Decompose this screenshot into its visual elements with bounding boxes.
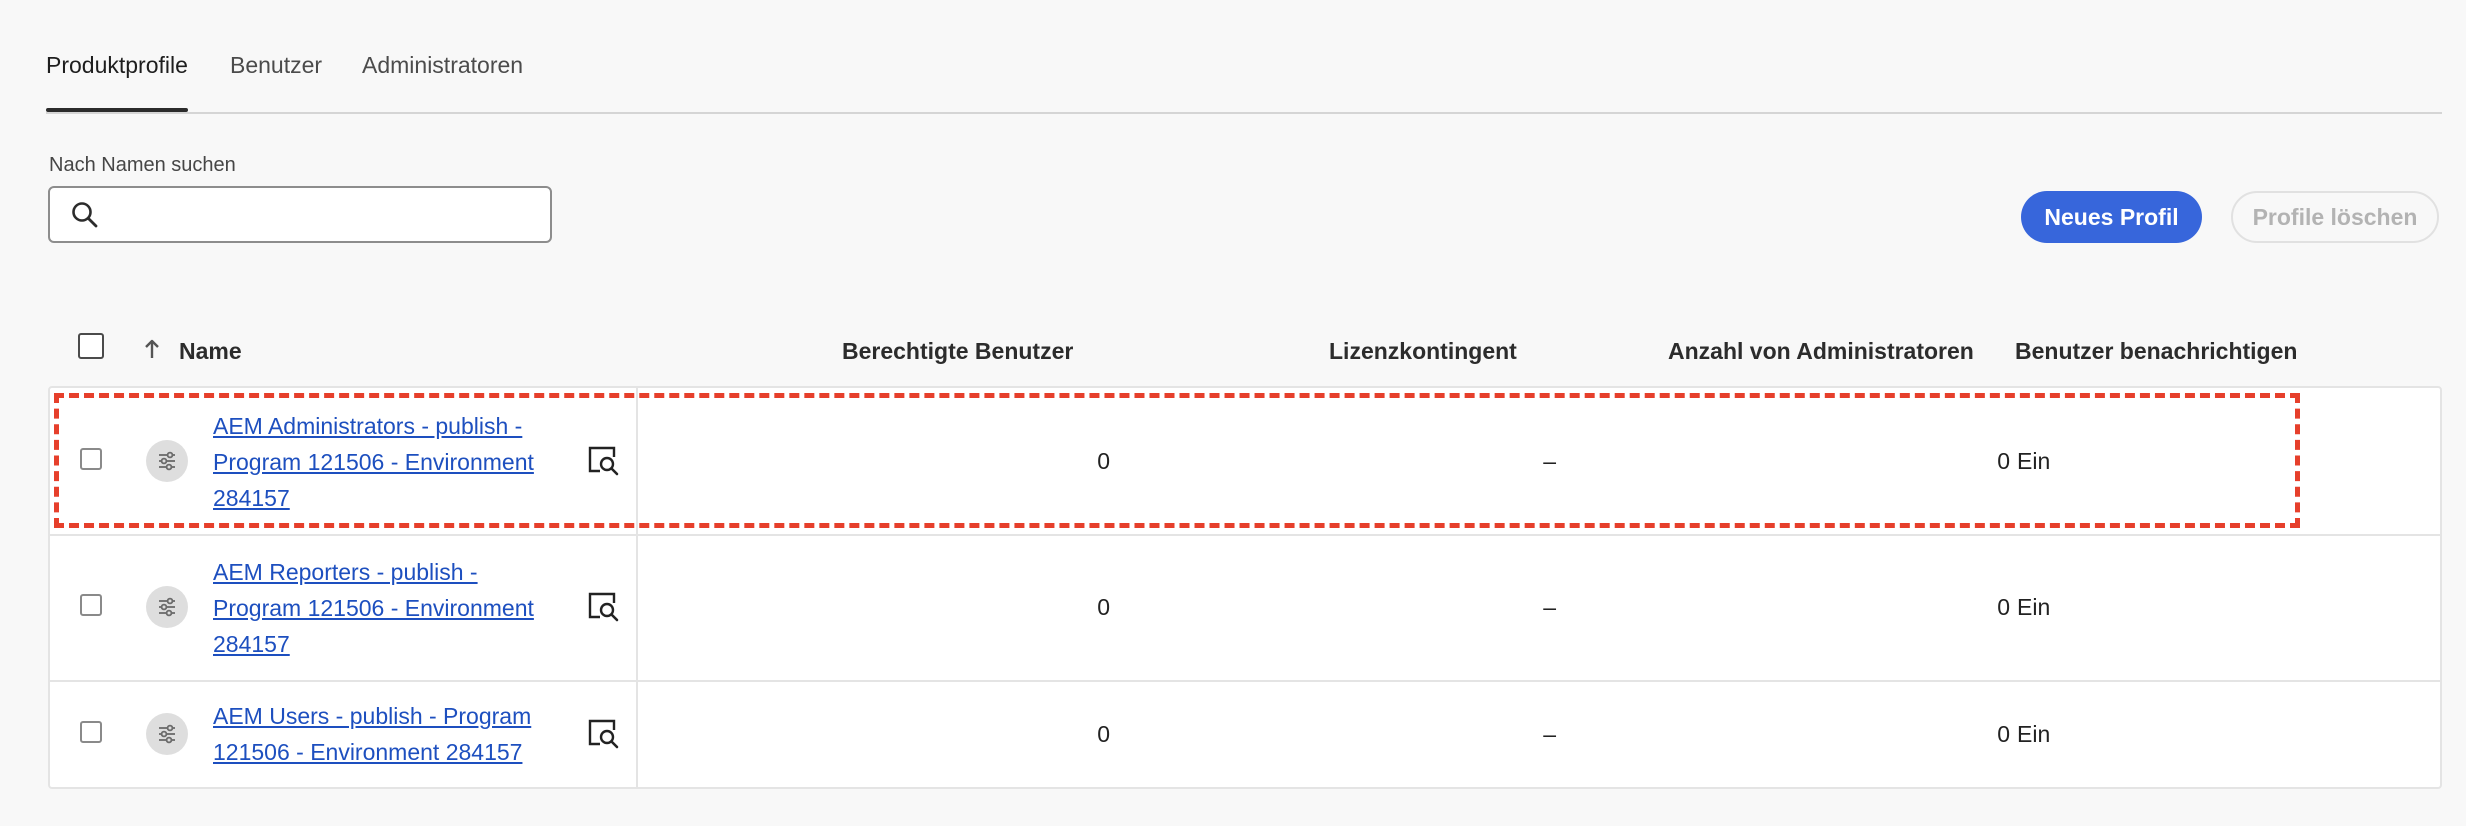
search-input[interactable] bbox=[114, 188, 538, 243]
profile-avatar bbox=[146, 440, 188, 482]
admin-count-value: 0 bbox=[1997, 594, 2010, 620]
table-header: Name Berechtigte Benutzer Lizenzkontinge… bbox=[48, 316, 2440, 386]
entitled-users-value: 0 bbox=[1097, 721, 1110, 747]
notify-users-value: Ein bbox=[2017, 448, 2051, 474]
view-details-icon[interactable] bbox=[586, 717, 620, 751]
column-header-license-quota: Lizenzkontingent bbox=[1329, 338, 1517, 364]
new-profile-button[interactable]: Neues Profil bbox=[2021, 191, 2202, 243]
license-quota-value: – bbox=[1543, 721, 1556, 747]
settings-sliders-icon bbox=[159, 597, 175, 617]
notify-users-value: Ein bbox=[2017, 594, 2051, 620]
table-row[interactable]: AEM Administrators - publish - Program 1… bbox=[50, 388, 2440, 536]
view-details-icon[interactable] bbox=[586, 444, 620, 478]
column-header-entitled-users: Berechtigte Benutzer bbox=[842, 338, 1074, 364]
table-row[interactable]: AEM Users - publish - Program 121506 - E… bbox=[50, 680, 2440, 787]
profile-name-link[interactable]: AEM Users - publish - Program 121506 - E… bbox=[213, 698, 553, 770]
column-header-name[interactable]: Name bbox=[179, 338, 242, 365]
tab-benutzer[interactable]: Benutzer bbox=[230, 52, 322, 79]
profile-avatar bbox=[146, 586, 188, 628]
settings-sliders-icon bbox=[159, 724, 175, 744]
search-field[interactable] bbox=[48, 186, 552, 243]
profiles-table: AEM Administrators - publish - Program 1… bbox=[48, 386, 2442, 789]
row-checkbox[interactable] bbox=[80, 594, 102, 616]
delete-profiles-button: Profile löschen bbox=[2231, 191, 2439, 243]
active-tab-indicator bbox=[46, 108, 188, 112]
arrow-up-icon[interactable] bbox=[144, 338, 160, 360]
admin-count-value: 0 bbox=[1997, 448, 2010, 474]
select-all-checkbox[interactable] bbox=[78, 333, 104, 359]
profile-name-link[interactable]: AEM Administrators - publish - Program 1… bbox=[213, 408, 553, 516]
column-header-notify-users: Benutzer benachrichtigen bbox=[2015, 338, 2298, 364]
admin-count-value: 0 bbox=[1997, 721, 2010, 747]
license-quota-value: – bbox=[1543, 448, 1556, 474]
entitled-users-value: 0 bbox=[1097, 448, 1110, 474]
license-quota-value: – bbox=[1543, 594, 1556, 620]
view-details-icon[interactable] bbox=[586, 590, 620, 624]
tab-bar: Produktprofile Benutzer Administratoren bbox=[46, 0, 2442, 114]
settings-sliders-icon bbox=[159, 451, 175, 471]
profile-avatar bbox=[146, 713, 188, 755]
column-header-admin-count: Anzahl von Administratoren bbox=[1668, 338, 1974, 364]
notify-users-value: Ein bbox=[2017, 721, 2051, 747]
entitled-users-value: 0 bbox=[1097, 594, 1110, 620]
tab-produktprofile[interactable]: Produktprofile bbox=[46, 52, 188, 79]
tab-administratoren[interactable]: Administratoren bbox=[362, 52, 523, 79]
row-checkbox[interactable] bbox=[80, 448, 102, 470]
row-checkbox[interactable] bbox=[80, 721, 102, 743]
search-label: Nach Namen suchen bbox=[49, 154, 236, 176]
table-row[interactable]: AEM Reporters - publish - Program 121506… bbox=[50, 534, 2440, 682]
search-icon bbox=[72, 202, 98, 228]
profile-name-link[interactable]: AEM Reporters - publish - Program 121506… bbox=[213, 554, 553, 662]
